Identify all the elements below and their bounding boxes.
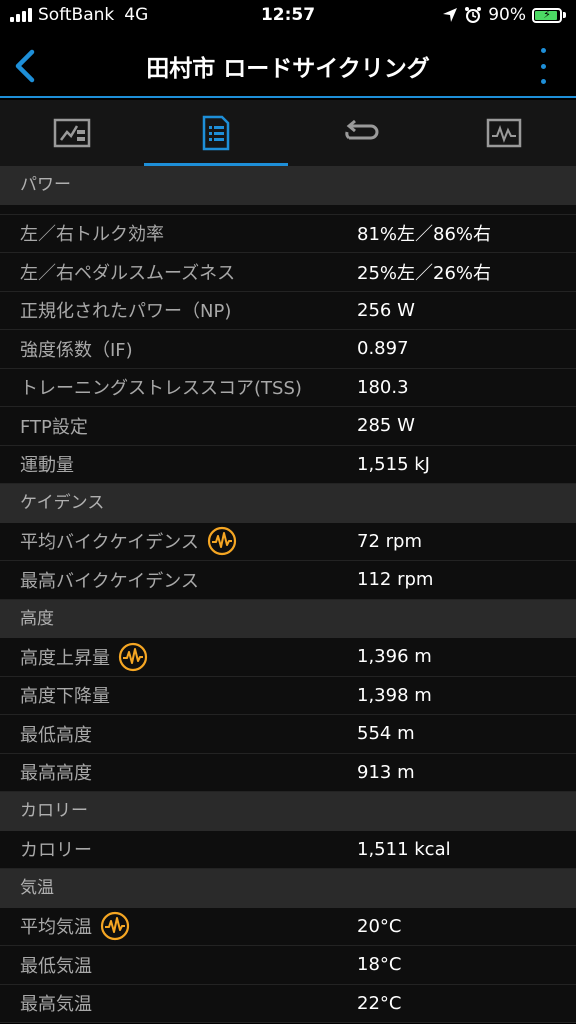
row-label: 高度上昇量 <box>20 647 110 669</box>
row-value: 112 rpm <box>357 569 434 591</box>
section-header-temperature: 気温 <box>0 869 576 908</box>
row-value: 913 m <box>357 761 415 783</box>
more-dot-icon <box>540 79 546 84</box>
row-value: 1,396 m <box>357 646 432 668</box>
list-item: 最低高度 554 m <box>0 715 576 754</box>
row-label: 最低高度 <box>20 724 92 746</box>
row-value: 554 m <box>357 723 415 745</box>
row-label: 最高バイクケイデンス <box>20 570 199 592</box>
row-label-wrap: 平均気温 <box>0 911 357 941</box>
list-item: カロリー 1,511 kcal <box>0 830 576 869</box>
status-bar: SoftBank 4G 12:57 90% ⚡ <box>0 0 576 34</box>
list-item: 左／右トルク効率 81%左／86%右 <box>0 214 576 253</box>
laps-loop-icon <box>345 119 379 140</box>
section-header-cadence: ケイデンス <box>0 484 576 523</box>
page-title: 田村市 ロードサイクリング <box>146 56 430 82</box>
document-list-icon <box>202 115 230 151</box>
section-header-calories: カロリー <box>0 792 576 831</box>
list-item: FTP設定 285 W <box>0 407 576 446</box>
title-bar: 田村市 ロードサイクリング <box>0 34 576 98</box>
list-item: 最高気温 22°C <box>0 984 576 1023</box>
row-label: トレーニングストレススコア(TSS) <box>20 378 302 400</box>
waveform-circle-icon <box>207 527 237 556</box>
battery-percent: 90% <box>488 5 526 25</box>
row-value: 18°C <box>357 954 402 976</box>
more-dot-icon <box>540 63 546 69</box>
list-item: 運動量 1,515 kJ <box>0 445 576 484</box>
list-item: 正規化されたパワー（NP) 256 W <box>0 291 576 330</box>
list-item: トレーニングストレススコア(TSS) 180.3 <box>0 368 576 407</box>
battery-icon: ⚡ <box>532 7 562 23</box>
row-label: FTP設定 <box>20 416 88 438</box>
tab-bar <box>0 100 576 166</box>
list-item: 左／右ペダルスムーズネス 25%左／26%右 <box>0 253 576 292</box>
location-arrow-icon <box>443 8 458 22</box>
list-item: 最高バイクケイデンス 112 rpm <box>0 561 576 600</box>
row-value: 1,398 m <box>357 684 432 706</box>
waveform-circle-icon <box>118 642 148 671</box>
list-item: 最高高度 913 m <box>0 753 576 792</box>
map-chart-icon <box>53 118 91 148</box>
list-item: 最低気温 18°C <box>0 946 576 985</box>
row-value: 180.3 <box>357 376 409 398</box>
list-item[interactable]: 高度上昇量 1,396 m <box>0 638 576 677</box>
alarm-clock-icon <box>465 7 482 23</box>
row-value: 285 W <box>357 415 415 437</box>
tab-laps[interactable] <box>288 100 432 166</box>
row-label: 最高気温 <box>20 994 92 1016</box>
row-label: 平均気温 <box>20 917 92 939</box>
row-value: 1,515 kJ <box>357 453 430 475</box>
list-item[interactable]: 平均バイクケイデンス 72 rpm <box>0 522 576 561</box>
row-label: 平均バイクケイデンス <box>20 532 199 554</box>
row-label: 強度係数（IF) <box>20 339 133 361</box>
status-right: 90% ⚡ <box>442 5 566 25</box>
row-value: 20°C <box>357 915 402 937</box>
row-label-wrap: 高度上昇量 <box>0 642 357 672</box>
row-label: 最高高度 <box>20 763 92 785</box>
row-value: 22°C <box>357 992 402 1014</box>
row-label: 左／右ペダルスムーズネス <box>20 262 236 284</box>
row-value: 256 W <box>357 299 415 321</box>
partial-row <box>0 204 576 215</box>
tab-map-chart[interactable] <box>0 100 144 166</box>
battery-cap <box>563 12 566 18</box>
list-item: 高度下降量 1,398 m <box>0 676 576 715</box>
row-value: 72 rpm <box>357 530 422 552</box>
waveform-circle-icon <box>100 912 130 941</box>
section-header-elevation: 高度 <box>0 599 576 638</box>
row-label: 左／右トルク効率 <box>20 224 164 246</box>
row-label-wrap: 平均バイクケイデンス <box>0 526 357 556</box>
list-item: 強度係数（IF) 0.897 <box>0 330 576 369</box>
graph-icon[interactable] <box>118 642 148 672</box>
activity-graph-icon <box>486 118 522 148</box>
more-options-button[interactable] <box>538 48 548 84</box>
graph-icon[interactable] <box>207 526 237 556</box>
row-value: 1,511 kcal <box>357 838 451 860</box>
row-label: 高度下降量 <box>20 686 110 708</box>
graph-icon[interactable] <box>100 911 130 941</box>
more-dot-icon <box>540 48 546 53</box>
list-item[interactable]: 平均気温 20°C <box>0 907 576 946</box>
row-label: 運動量 <box>20 455 74 477</box>
tab-charts[interactable] <box>432 100 576 166</box>
row-label: 最低気温 <box>20 955 92 977</box>
section-header-power: パワー <box>0 166 576 205</box>
row-value: 25%左／26%右 <box>357 262 492 284</box>
activity-details-list[interactable]: パワー 左／右トルク効率 81%左／86%右 左／右ペダルスムーズネス 25%左… <box>0 166 576 1024</box>
row-value: 81%左／86%右 <box>357 224 492 246</box>
row-label: 正規化されたパワー（NP) <box>20 301 232 323</box>
tab-details[interactable] <box>144 100 288 166</box>
row-label: カロリー <box>20 840 92 862</box>
row-value: 0.897 <box>357 338 409 360</box>
